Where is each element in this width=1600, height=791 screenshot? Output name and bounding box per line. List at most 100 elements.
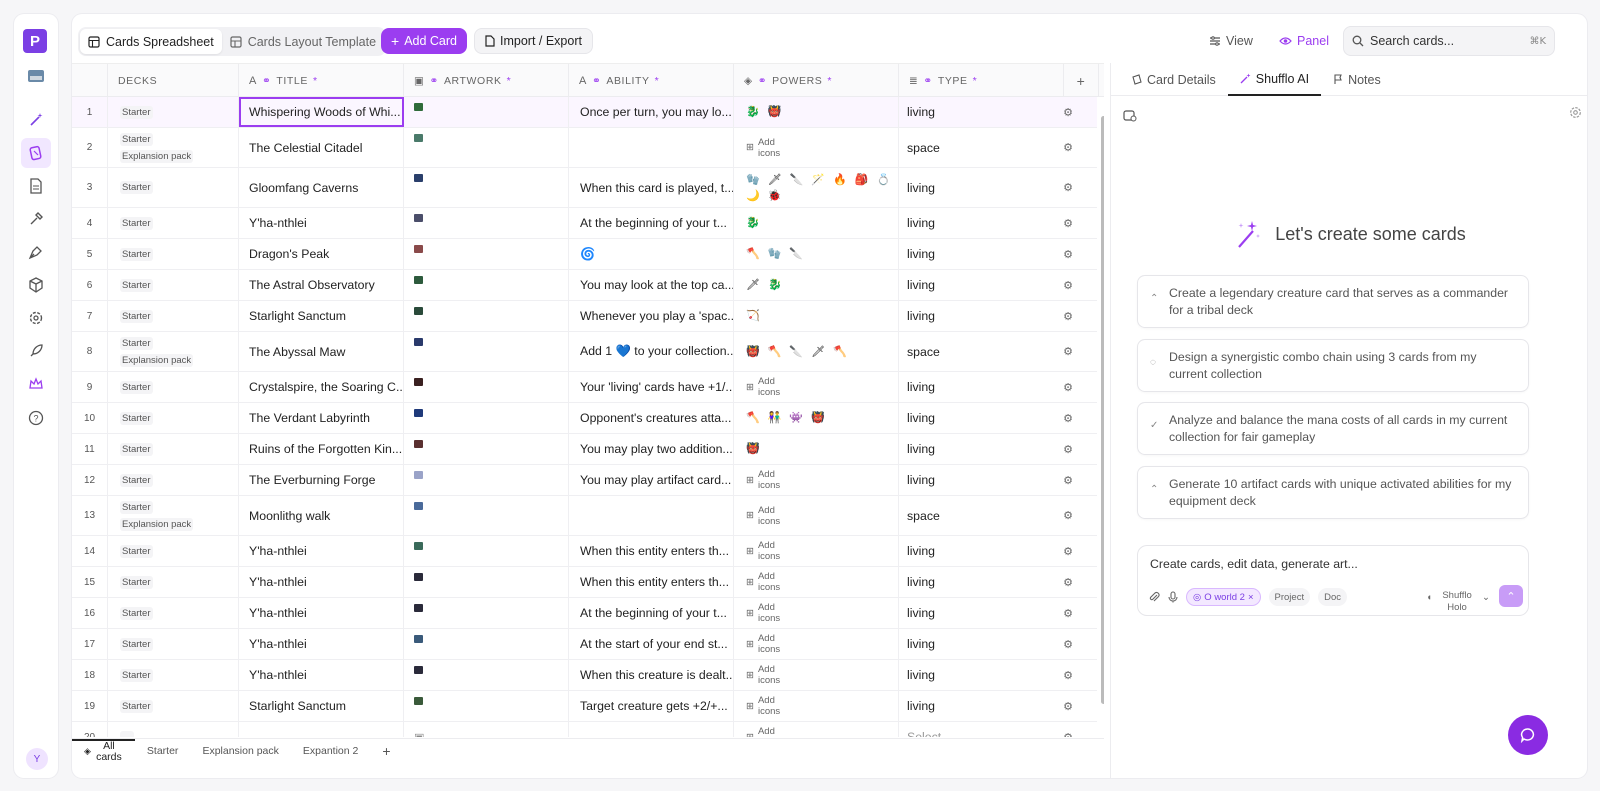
powers-cell[interactable]: 👹 🪓 🔪 🗡 🪓	[734, 332, 899, 371]
ability-cell[interactable]: Your 'living' cards have +1/...	[569, 372, 734, 402]
table-row[interactable]: 13 Starter Explansion pack Moonlithg walk ⊞ A…	[72, 496, 1097, 536]
type-cell[interactable]: living	[899, 208, 1039, 238]
artwork-thumbnail[interactable]	[414, 276, 423, 284]
artwork-cell[interactable]	[404, 536, 569, 566]
artwork-thumbnail[interactable]	[414, 502, 423, 510]
power-icon[interactable]: 🏹	[746, 310, 760, 322]
chevron-down-icon[interactable]: ⌄	[1482, 592, 1490, 603]
settings-gear-icon[interactable]	[1569, 106, 1582, 119]
row-settings-icon[interactable]: ⚙	[1039, 208, 1097, 238]
ability-cell[interactable]: When this entity enters th...	[569, 536, 734, 566]
view-button[interactable]: View	[1209, 28, 1253, 54]
decks-cell[interactable]: Starter	[108, 691, 239, 721]
row-settings-icon[interactable]: ⚙	[1039, 332, 1097, 371]
artwork-cell[interactable]	[404, 567, 569, 597]
artwork-cell[interactable]	[404, 660, 569, 690]
decks-cell[interactable]: Starter	[108, 168, 239, 207]
title-cell[interactable]: Whispering Woods of Whi...	[239, 97, 404, 127]
add-icons-button[interactable]: ⊞Add icons	[746, 571, 786, 593]
powers-cell[interactable]: 🏹	[734, 301, 899, 331]
ability-cell[interactable]: At the beginning of your t...	[569, 598, 734, 628]
decks-cell[interactable]: Starter Explansion pack	[108, 496, 239, 535]
suggestion-card-3[interactable]: ✓ Analyze and balance the mana costs of …	[1137, 402, 1529, 455]
powers-cell[interactable]: ⊞Add icons	[734, 372, 899, 402]
ai-composer[interactable]: Create cards, edit data, generate art...…	[1137, 545, 1529, 616]
type-cell[interactable]: living	[899, 239, 1039, 269]
type-cell[interactable]: living	[899, 598, 1039, 628]
add-icons-button[interactable]: ⊞Add icons	[746, 695, 786, 717]
power-icon[interactable]: 🐉	[746, 106, 760, 118]
artwork-thumbnail[interactable]	[414, 666, 423, 674]
power-icon[interactable]: 👹	[811, 412, 825, 424]
package-icon[interactable]	[26, 275, 46, 295]
power-icon[interactable]: 👫	[768, 412, 782, 424]
power-icon[interactable]: 🗡	[768, 174, 782, 186]
table-row[interactable]: 4 Starter Y'ha-nthlei At the beginning of y…	[72, 208, 1097, 239]
artwork-cell[interactable]	[404, 465, 569, 495]
title-cell[interactable]: Y'ha-nthlei	[239, 629, 404, 659]
row-settings-icon[interactable]: ⚙	[1039, 722, 1097, 738]
decks-cell[interactable]: Starter	[108, 434, 239, 464]
add-icons-button[interactable]: ⊞Add icons	[746, 540, 786, 562]
artwork-thumbnail[interactable]	[414, 409, 423, 417]
power-icon[interactable]: 🧤	[746, 174, 760, 186]
add-icons-button[interactable]: ⊞Add icons	[746, 469, 786, 491]
artwork-cell[interactable]	[404, 403, 569, 433]
power-icon[interactable]: 🗡	[811, 346, 825, 358]
ability-cell[interactable]	[569, 496, 734, 535]
ability-cell[interactable]: Target creature gets +2/+...	[569, 691, 734, 721]
title-cell[interactable]: Y'ha-nthlei	[239, 208, 404, 238]
row-settings-icon[interactable]: ⚙	[1039, 660, 1097, 690]
table-row[interactable]: 9 Starter Crystalspire, the Soaring C... Yo…	[72, 372, 1097, 403]
tab-explansion-pack[interactable]: Explansion pack	[190, 739, 290, 763]
new-chat-icon[interactable]	[1123, 109, 1137, 122]
artwork-thumbnail[interactable]	[414, 573, 423, 581]
title-cell[interactable]: Gloomfang Caverns	[239, 168, 404, 207]
title-cell[interactable]: Y'ha-nthlei	[239, 598, 404, 628]
decks-cell[interactable]: Starter	[108, 598, 239, 628]
table-row[interactable]: 6 Starter The Astral Observatory You may lo…	[72, 270, 1097, 301]
decks-cell[interactable]: Starter	[108, 208, 239, 238]
ability-cell[interactable]: You may play two addition...	[569, 434, 734, 464]
ability-cell[interactable]: You may play artifact card...	[569, 465, 734, 495]
power-icon[interactable]: 🐉	[746, 217, 760, 229]
type-cell[interactable]: living	[899, 97, 1039, 127]
type-cell[interactable]: living	[899, 372, 1039, 402]
panel-toggle-button[interactable]: Panel	[1279, 28, 1329, 54]
title-cell[interactable]: Ruins of the Forgotten Kin...	[239, 434, 404, 464]
power-icon[interactable]: 🐞	[768, 190, 782, 202]
row-settings-icon[interactable]: ⚙	[1039, 567, 1097, 597]
tab-notes[interactable]: Notes	[1321, 63, 1393, 96]
row-settings-icon[interactable]: ⚙	[1039, 629, 1097, 659]
decks-cell[interactable]: Starter	[108, 270, 239, 300]
close-icon[interactable]: ×	[1248, 592, 1254, 603]
table-row[interactable]: 17 Starter Y'ha-nthlei At the start of your…	[72, 629, 1097, 660]
table-row[interactable]: 15 Starter Y'ha-nthlei When this entity ent…	[72, 567, 1097, 598]
title-cell[interactable]: The Everburning Forge	[239, 465, 404, 495]
power-icon[interactable]: 🧤	[768, 248, 782, 260]
artwork-thumbnail[interactable]	[414, 378, 423, 386]
row-settings-icon[interactable]: ⚙	[1039, 128, 1097, 167]
pen-tool-icon[interactable]	[26, 242, 46, 262]
row-settings-icon[interactable]: ⚙	[1039, 403, 1097, 433]
artwork-cell[interactable]	[404, 168, 569, 207]
add-column-button[interactable]: +	[1064, 64, 1099, 97]
ability-cell[interactable]: Whenever you play a 'spac...	[569, 301, 734, 331]
row-settings-icon[interactable]: ⚙	[1039, 239, 1097, 269]
decks-cell[interactable]: Starter	[108, 629, 239, 659]
table-row[interactable]: 12 Starter The Everburning Forge You may pl…	[72, 465, 1097, 496]
type-cell[interactable]: space	[899, 128, 1039, 167]
artwork-thumbnail[interactable]	[414, 542, 423, 550]
table-row[interactable]: 16 Starter Y'ha-nthlei At the beginning of …	[72, 598, 1097, 629]
artwork-cell[interactable]	[404, 598, 569, 628]
type-cell[interactable]: living	[899, 567, 1039, 597]
column-header-ability[interactable]: A ⚭ ABILITY *	[569, 64, 734, 97]
row-settings-icon[interactable]: ⚙	[1039, 372, 1097, 402]
tab-starter[interactable]: Starter	[135, 739, 191, 763]
column-header-powers[interactable]: ◈ ⚭ POWERS *	[734, 64, 899, 97]
row-settings-icon[interactable]: ⚙	[1039, 168, 1097, 207]
ability-cell[interactable]	[569, 722, 734, 737]
add-icons-button[interactable]: ⊞Add icons	[746, 664, 786, 686]
powers-cell[interactable]: 🐉 👹	[734, 97, 899, 127]
title-cell[interactable]: Moonlithg walk	[239, 496, 404, 535]
